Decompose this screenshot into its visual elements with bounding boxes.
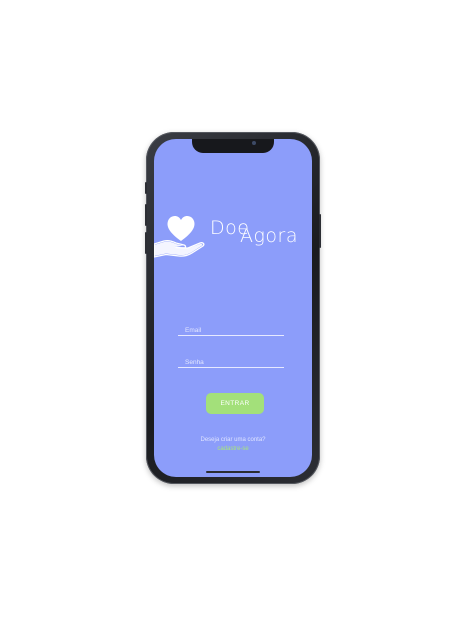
signup-question: Deseja criar uma conta? [200, 437, 266, 443]
logo-text-agora: Agora [240, 225, 298, 247]
password-field-container [178, 351, 284, 371]
phone-mockup: Doe Agora ENTRAR Deseja criar uma conta?… [145, 132, 321, 484]
phone-volume-down [145, 232, 147, 254]
phone-power-button [319, 214, 321, 248]
login-button[interactable]: ENTRAR [206, 393, 264, 414]
email-input[interactable] [178, 322, 284, 339]
page: Doe Agora ENTRAR Deseja criar uma conta?… [0, 0, 450, 637]
phone-notch [192, 139, 274, 153]
home-indicator [206, 471, 260, 473]
app-logo: Doe Agora [154, 207, 312, 267]
password-input[interactable] [178, 354, 284, 371]
heart-in-hand-icon [154, 215, 205, 258]
email-field-container [178, 319, 284, 339]
phone-mute-switch [145, 182, 147, 194]
camera-icon [252, 141, 256, 145]
signup-link[interactable]: cadastre-se [154, 446, 312, 452]
phone-volume-up [145, 204, 147, 226]
app-screen: Doe Agora ENTRAR Deseja criar uma conta?… [154, 139, 312, 477]
